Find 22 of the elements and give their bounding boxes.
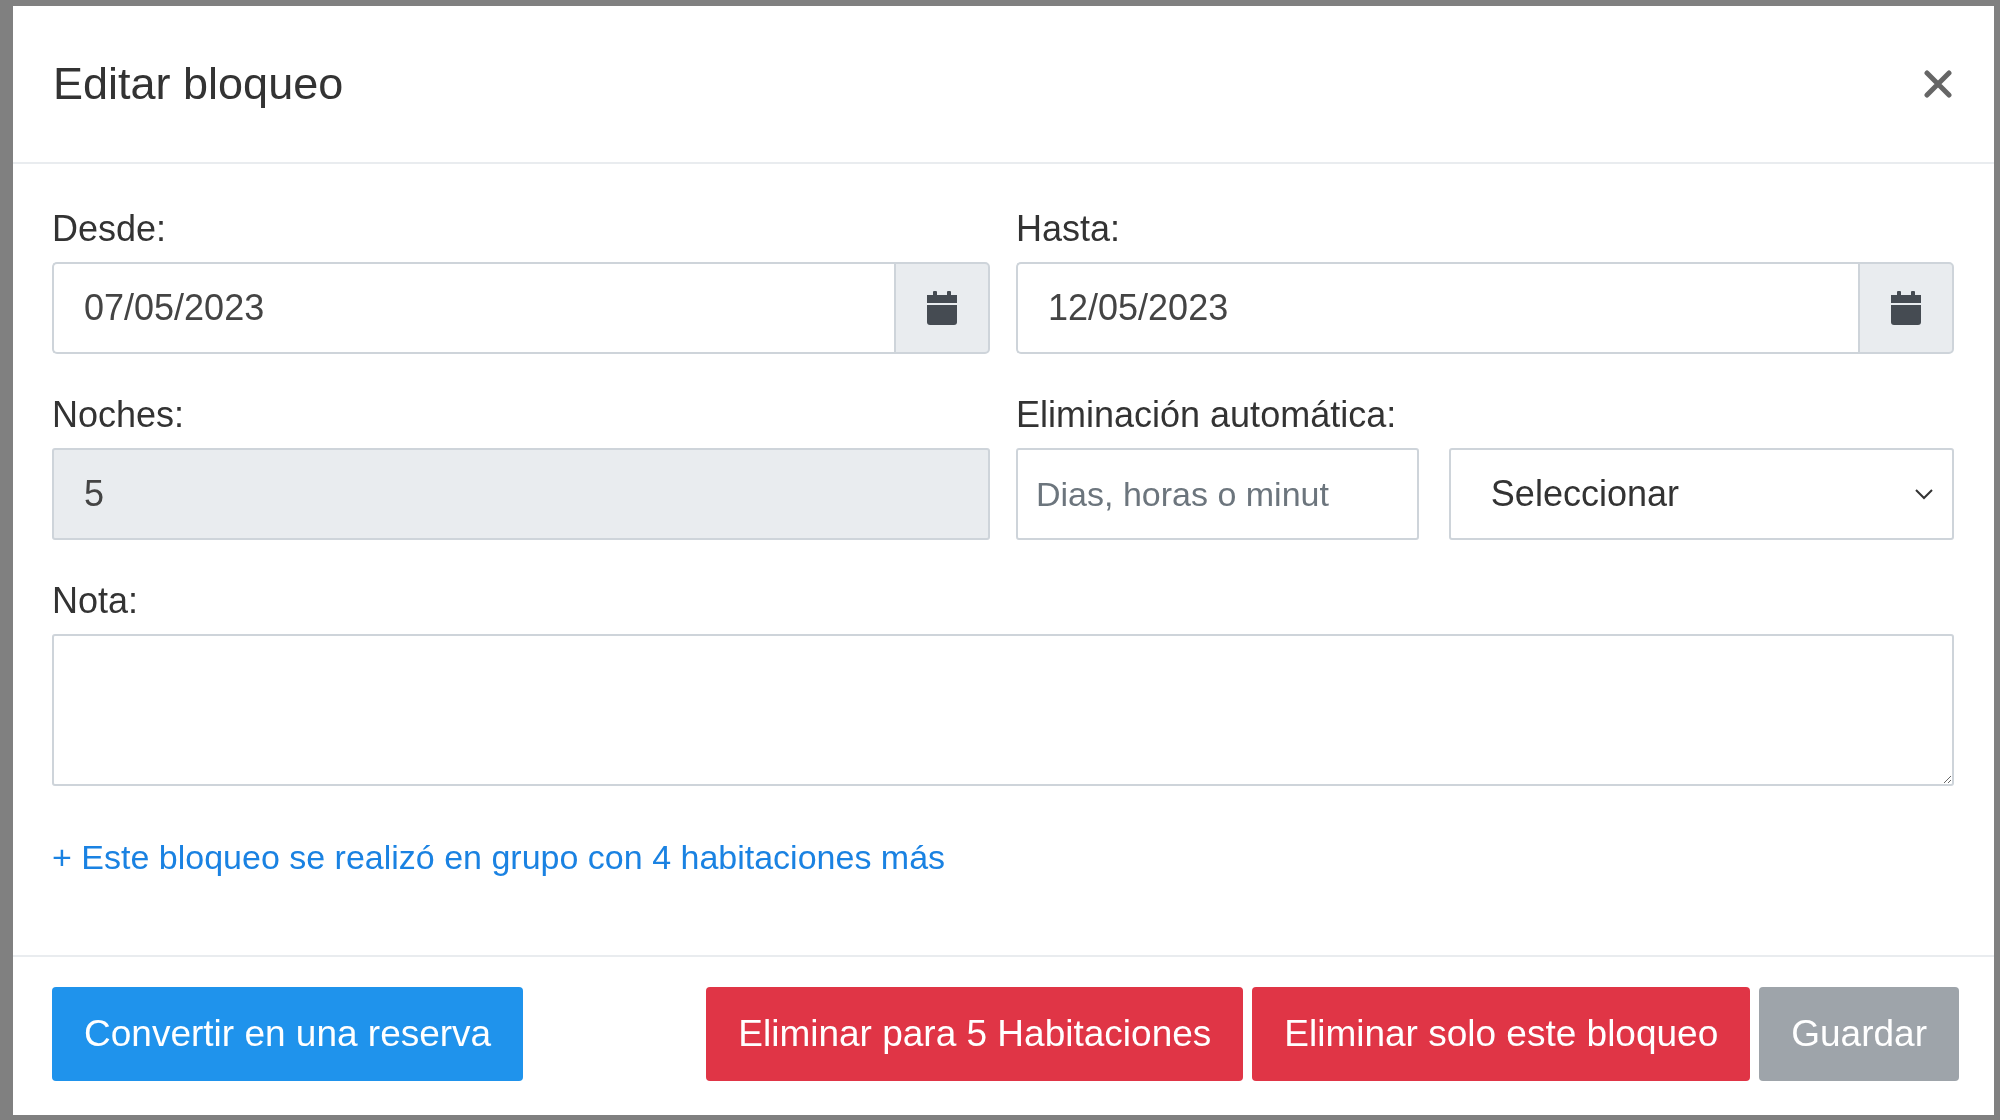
field-label: Eliminación automática: — [1016, 394, 1398, 436]
chevron-down-icon — [1914, 488, 1934, 500]
delete-button[interactable]: Eliminar para 5 Habitaciones — [706, 987, 1244, 1081]
calendar-icon — [1891, 291, 1921, 325]
field-label: Nota: — [52, 580, 140, 622]
close-icon — [1924, 70, 1952, 98]
calendar-icon — [927, 291, 957, 325]
field-label: Noches: — [52, 394, 186, 436]
save-button[interactable]: Guardar — [1759, 987, 1959, 1081]
convert-button[interactable]: Convertir en una reserva — [52, 987, 524, 1081]
select-dropdown[interactable]: Seleccionar — [1448, 448, 1954, 540]
field-label: Hasta: — [1016, 208, 1122, 250]
group-link[interactable]: + Este bloqueo se realizó en grupo con 4 habitaciones más — [52, 838, 946, 877]
note-field[interactable] — [52, 634, 1954, 786]
date-field[interactable]: 12/05/2023 — [1016, 262, 1858, 354]
date-field[interactable]: 07/05/2023 — [52, 262, 894, 354]
field-label: Desde: — [52, 208, 168, 250]
calendar-button[interactable] — [1858, 262, 1954, 354]
delete-button[interactable]: Eliminar solo este bloqueo — [1252, 987, 1751, 1081]
dialog-title: Editar bloqueo — [53, 58, 344, 110]
calendar-button[interactable] — [894, 262, 990, 354]
input-field[interactable]: Dias, horas o minut — [1016, 448, 1419, 540]
